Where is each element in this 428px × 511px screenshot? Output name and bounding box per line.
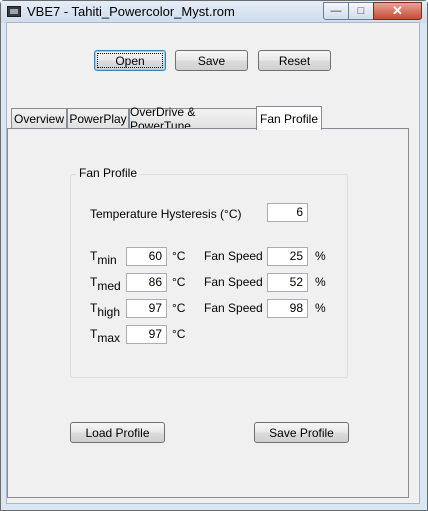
t-max-temp-input[interactable]: 97	[126, 325, 167, 344]
close-icon: ✕	[392, 3, 403, 18]
maximize-icon: □	[357, 5, 365, 17]
t-med-label: Tmed	[90, 275, 121, 293]
tab-fan-profile[interactable]: Fan Profile	[256, 106, 322, 130]
close-button[interactable]: ✕	[373, 2, 422, 20]
t-med-fan-speed-input[interactable]: 52	[267, 273, 308, 292]
percent-unit: %	[315, 249, 326, 263]
fan-speed-label: Fan Speed	[204, 275, 263, 289]
tab-overview[interactable]: Overview	[11, 108, 67, 129]
t-min-temp-input[interactable]: 60	[126, 247, 167, 266]
load-profile-button[interactable]: Load Profile	[70, 422, 165, 443]
celsius-unit: °C	[172, 327, 186, 341]
fan-speed-label: Fan Speed	[204, 249, 263, 263]
title-bar[interactable]: VBE7 - Tahiti_Powercolor_Myst.rom — □ ✕	[1, 1, 427, 23]
tab-powerplay[interactable]: PowerPlay	[67, 108, 129, 129]
percent-unit: %	[315, 301, 326, 315]
t-high-temp-input[interactable]: 97	[126, 299, 167, 318]
t-min-fan-speed-input[interactable]: 25	[267, 247, 308, 266]
t-high-fan-speed-input[interactable]: 98	[267, 299, 308, 318]
save-profile-button[interactable]: Save Profile	[254, 422, 349, 443]
t-med-temp-input[interactable]: 86	[126, 273, 167, 292]
t-max-label: Tmax	[90, 327, 121, 345]
maximize-button[interactable]: □	[348, 2, 374, 20]
t-high-label: Thigh	[90, 301, 121, 319]
hysteresis-label: Temperature Hysteresis (°C)	[90, 207, 242, 221]
tab-overdrive-powertune[interactable]: OverDrive & PowerTune	[129, 105, 257, 133]
app-icon	[7, 6, 21, 17]
minimize-button[interactable]: —	[323, 2, 349, 20]
celsius-unit: °C	[172, 249, 186, 263]
hysteresis-input[interactable]: 6	[267, 203, 308, 222]
minimize-icon: —	[330, 5, 342, 17]
save-button[interactable]: Save	[175, 50, 248, 71]
celsius-unit: °C	[172, 301, 186, 315]
open-button[interactable]: Open	[94, 50, 166, 71]
reset-button[interactable]: Reset	[258, 50, 331, 71]
window-title: VBE7 - Tahiti_Powercolor_Myst.rom	[27, 4, 235, 19]
groupbox-title: Fan Profile	[76, 166, 141, 180]
percent-unit: %	[315, 275, 326, 289]
fan-speed-label: Fan Speed	[204, 301, 263, 315]
t-min-label: Tmin	[90, 249, 117, 267]
celsius-unit: °C	[172, 275, 186, 289]
